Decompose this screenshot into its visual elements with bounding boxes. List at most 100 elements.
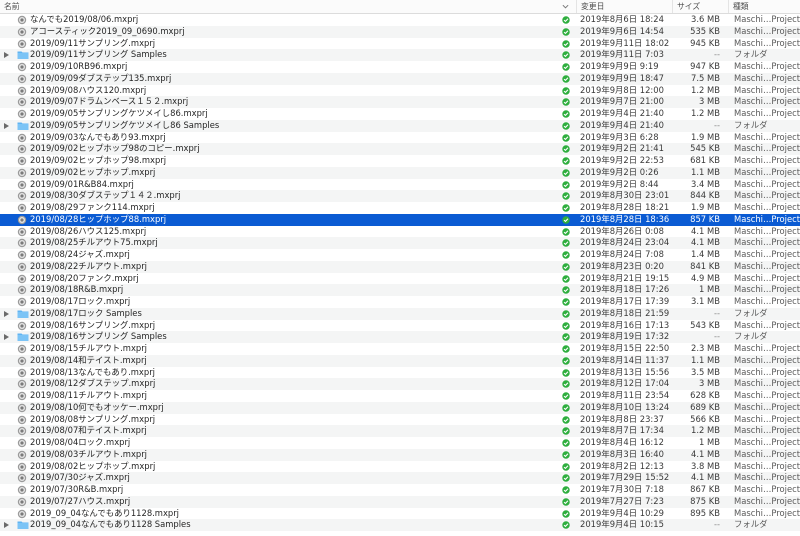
- row-kind: フォルダ: [734, 331, 768, 342]
- file-row[interactable]: 2019/09/07ドラムンベース１５２.mxprj 2019年9月7日 21:0…: [0, 96, 800, 108]
- row-kind: Maschi…Project: [734, 319, 800, 330]
- row-name: 2019/08/08サンプリング.mxprj: [30, 413, 156, 424]
- file-row[interactable]: 2019/09/10RB96.mxprj 2019年9月9日 9:19 947 KB…: [0, 61, 800, 73]
- file-row[interactable]: 2019/08/29ファンク114.mxprj 2019年8月28日 18:21 1…: [0, 202, 800, 214]
- disclosure-triangle-icon[interactable]: [4, 334, 9, 341]
- project-file-icon: [17, 109, 27, 119]
- row-size: 867 KB: [690, 484, 720, 494]
- disclosure-triangle-icon[interactable]: [4, 52, 9, 59]
- project-file-icon: [17, 74, 27, 84]
- synced-check-icon: [562, 284, 571, 296]
- synced-check-icon: [562, 202, 571, 214]
- file-row[interactable]: 2019/08/24ジャズ.mxprj 2019年8月24日 7:08 1.4 MB…: [0, 249, 800, 261]
- row-name: 2019/08/04ロック.mxprj: [30, 437, 131, 447]
- file-row[interactable]: 2019/09/02ヒップホップ.mxprj 2019年9月2日 0:26 1.1 …: [0, 166, 800, 179]
- synced-check-icon: [562, 320, 571, 332]
- row-name: 2019/09/10RB96.mxprj: [30, 61, 128, 71]
- row-size: 4.1 MB: [691, 237, 720, 248]
- file-row[interactable]: 2019/07/30ジャズ.mxprj 2019年7月29日 15:52 4.1 M…: [0, 472, 800, 484]
- file-row[interactable]: 2019/08/10何でもオッケー.mxprj 2019年8月10日 13:24 6…: [0, 401, 800, 414]
- file-row[interactable]: 2019/08/07和テイスト.mxprj 2019年8月7日 17:34 1.2 …: [0, 425, 800, 437]
- file-row[interactable]: 2019/08/02ヒップホップ.mxprj 2019年8月2日 12:13 3.8…: [0, 461, 800, 473]
- row-name: 2019/09/02ヒップホップ98.mxprj: [30, 155, 167, 165]
- file-row[interactable]: 2019/08/17ロック.mxprj 2019年8月17日 17:39 3.1 M…: [0, 296, 800, 308]
- column-header-size-label: サイズ: [677, 2, 701, 11]
- folder-row[interactable]: 2019/09/05サンプリングケツメイし86 Samples 2019年9月4日…: [0, 119, 800, 132]
- row-kind: フォルダ: [734, 49, 768, 60]
- column-header-size[interactable]: サイズ: [672, 0, 728, 13]
- row-kind: Maschi…Project: [734, 413, 800, 424]
- file-row[interactable]: 2019/09/05サンプリングケツメイし86.mxprj 2019年9月4日 2…: [0, 108, 800, 120]
- file-row[interactable]: 2019/08/20ファンク.mxprj 2019年8月21日 19:15 4.9 …: [0, 273, 800, 285]
- folder-row[interactable]: 2019_09_04なんでもあり1128 Samples 2019年9月4日 10…: [0, 519, 800, 531]
- synced-check-icon: [562, 120, 571, 132]
- row-size: 545 KB: [690, 143, 720, 154]
- row-kind: Maschi…Project: [734, 96, 800, 107]
- column-header-name[interactable]: 名前: [0, 0, 558, 13]
- column-header-modified[interactable]: 変更日: [576, 0, 672, 13]
- row-modified-date: 2019年9月4日 10:29: [580, 507, 664, 518]
- file-row[interactable]: 2019_09_04なんでもあり1128.mxprj 2019年9月4日 10:2…: [0, 508, 800, 520]
- file-row[interactable]: 2019/08/18R&B.mxprj 2019年8月18日 17:26 1 MB M…: [0, 284, 800, 296]
- file-row[interactable]: 2019/08/15チルアウト.mxprj 2019年8月15日 22:50 2.3…: [0, 343, 800, 355]
- file-row[interactable]: 2019/08/14和テイスト.mxprj 2019年8月14日 11:37 1.1…: [0, 354, 800, 367]
- folder-row[interactable]: 2019/09/11サンプリング Samples 2019年9月11日 7:03 -…: [0, 49, 800, 61]
- disclosure-triangle-icon[interactable]: [4, 522, 9, 529]
- file-row[interactable]: 2019/08/12ダブステップ.mxprj 2019年8月12日 17:04 3 …: [0, 378, 800, 390]
- file-row[interactable]: 2019/08/26ハウス125.mxprj 2019年8月26日 0:08 4.1…: [0, 226, 800, 238]
- project-file-icon: [17, 368, 27, 378]
- file-row[interactable]: 2019/08/08サンプリング.mxprj 2019年8月8日 23:37 566…: [0, 414, 800, 426]
- file-row[interactable]: 2019/08/16サンプリング.mxprj 2019年8月16日 17:13 54…: [0, 320, 800, 332]
- file-row[interactable]: 2019/09/08ハウス120.mxprj 2019年9月8日 12:00 1.2…: [0, 85, 800, 97]
- row-modified-date: 2019年9月4日 10:15: [580, 519, 664, 530]
- project-file-icon: [17, 39, 27, 49]
- project-file-icon: [17, 62, 27, 72]
- row-modified-date: 2019年8月3日 16:40: [580, 448, 664, 459]
- row-name: 2019/08/14和テイスト.mxprj: [30, 354, 147, 365]
- file-row[interactable]: 2019/07/27ハウス.mxprj 2019年7月27日 7:23 875 KB…: [0, 495, 800, 508]
- folder-icon: [17, 332, 29, 342]
- synced-check-icon: [562, 343, 571, 355]
- synced-check-icon: [562, 167, 571, 179]
- row-size: 1.2 MB: [691, 84, 720, 95]
- column-header-kind[interactable]: 種類: [728, 0, 800, 13]
- file-row[interactable]: 2019/09/03なんでもあり93.mxprj 2019年9月3日 6:28 1.…: [0, 132, 800, 144]
- file-row[interactable]: アコースティック2019_09_0690.mxprj 2019年9月6日 14:5…: [0, 25, 800, 38]
- folder-row[interactable]: 2019/08/16サンプリング Samples 2019年8月19日 17:32…: [0, 331, 800, 343]
- file-row[interactable]: 2019/08/22チルアウト.mxprj 2019年8月23日 0:20 841 …: [0, 260, 800, 273]
- file-row[interactable]: 2019/07/30R&B.mxprj 2019年7月30日 7:18 867 KB…: [0, 484, 800, 496]
- disclosure-triangle-icon[interactable]: [4, 310, 9, 317]
- row-kind: Maschi…Project: [734, 390, 800, 400]
- file-row[interactable]: 2019/09/11サンプリング.mxprj 2019年9月11日 18:02 94…: [0, 38, 800, 50]
- file-row[interactable]: 2019/08/03チルアウト.mxprj 2019年8月3日 16:40 4.1 …: [0, 448, 800, 461]
- row-size: 945 KB: [690, 37, 720, 48]
- row-name: 2019/09/02ヒップホップ98のコピー.mxprj: [30, 143, 200, 154]
- row-name: アコースティック2019_09_0690.mxprj: [30, 25, 185, 36]
- disclosure-triangle-icon[interactable]: [4, 122, 9, 129]
- file-row[interactable]: 2019/08/28ヒップホップ88.mxprj 2019年8月28日 18:36…: [0, 213, 800, 226]
- file-row[interactable]: 2019/08/30ダブステップ１４２.mxprj 2019年8月30日 23:0…: [0, 190, 800, 202]
- file-row[interactable]: 2019/09/02ヒップホップ98のコピー.mxprj 2019年9月2日 21…: [0, 143, 800, 155]
- row-modified-date: 2019年8月10日 13:24: [580, 401, 670, 412]
- project-file-icon: [17, 144, 27, 154]
- project-file-icon: [17, 97, 27, 107]
- file-row[interactable]: 2019/08/25チルアウト75.mxprj 2019年8月24日 23:04 4…: [0, 237, 800, 249]
- row-modified-date: 2019年8月2日 12:13: [580, 460, 664, 471]
- row-kind: Maschi…Project: [734, 190, 800, 201]
- folder-row[interactable]: 2019/08/17ロック Samples 2019年8月18日 21:59 -- フ…: [0, 307, 800, 320]
- row-kind: Maschi…Project: [734, 272, 800, 283]
- synced-check-icon: [562, 273, 571, 285]
- file-row[interactable]: なんでも2019/08/06.mxprj 2019年8月6日 18:24 3.6 M…: [0, 14, 800, 26]
- file-row[interactable]: 2019/08/04ロック.mxprj 2019年8月4日 16:12 1 MB Ma…: [0, 437, 800, 449]
- file-row[interactable]: 2019/09/01R&B84.mxprj 2019年9月2日 8:44 3.4 M…: [0, 179, 800, 191]
- row-kind: Maschi…Project: [734, 14, 800, 24]
- synced-check-icon: [562, 484, 571, 496]
- row-name: 2019/08/16サンプリング Samples: [30, 331, 167, 342]
- file-row[interactable]: 2019/08/11チルアウト.mxprj 2019年8月11日 23:54 628…: [0, 390, 800, 402]
- file-row[interactable]: 2019/09/09ダブステップ135.mxprj 2019年9月9日 18:47…: [0, 72, 800, 85]
- sort-chevron-icon[interactable]: [562, 3, 569, 10]
- file-row[interactable]: 2019/09/02ヒップホップ98.mxprj 2019年9月2日 22:53 6…: [0, 155, 800, 167]
- file-row[interactable]: 2019/08/13なんでもあり.mxprj 2019年8月13日 15:56 3.…: [0, 367, 800, 379]
- row-size: --: [713, 519, 720, 530]
- row-modified-date: 2019年9月2日 0:26: [580, 166, 659, 177]
